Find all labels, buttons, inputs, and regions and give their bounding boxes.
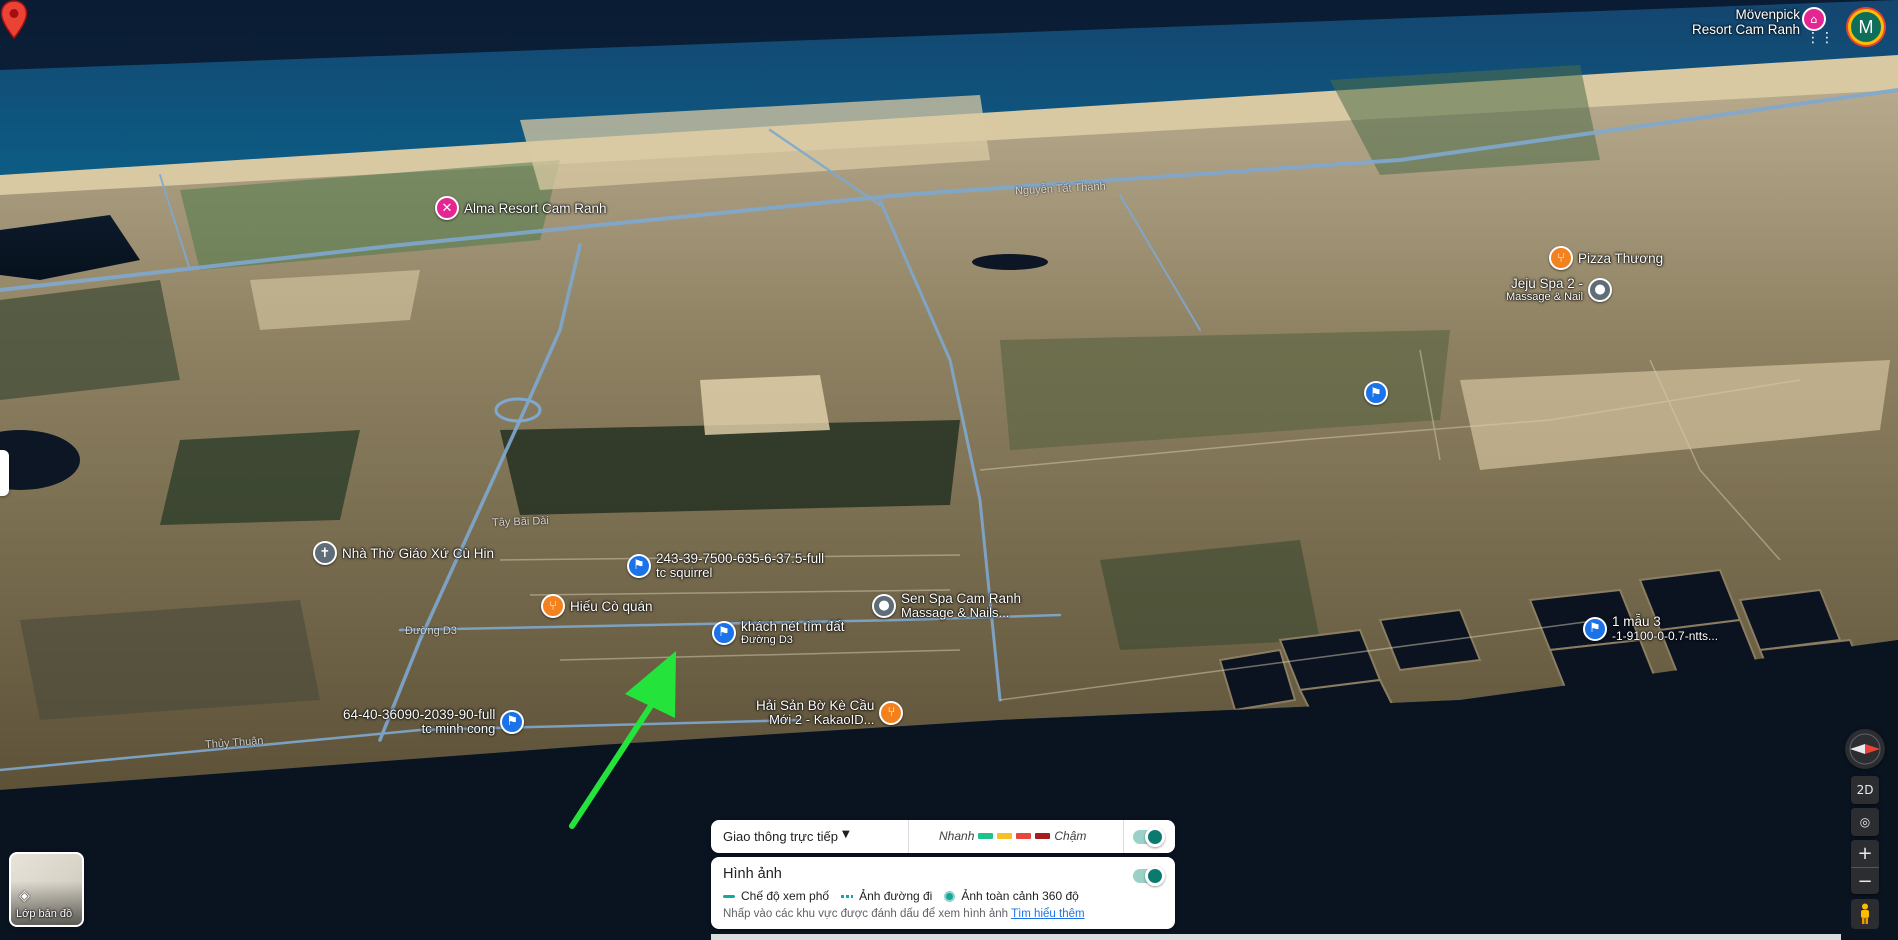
cross-icon: ✝ (313, 541, 337, 565)
compass-button[interactable] (1845, 729, 1885, 769)
attribution-bar (711, 934, 1841, 940)
traffic-panel: Giao thông trực tiếp ▼ Nhanh Chậm (711, 820, 1175, 853)
satellite-imagery (0, 0, 1898, 940)
traffic-toggle[interactable] (1133, 827, 1165, 847)
street-view-line-icon (723, 894, 735, 898)
layers-button[interactable]: ◈ Lớp bản đồ (9, 852, 84, 927)
flag-icon: ⚑ (712, 620, 736, 645)
poi-jeju-spa[interactable]: Jeju Spa 2 - Massage & Nail ● (1506, 276, 1613, 303)
apps-grid-icon[interactable]: ⋮⋮ (1806, 30, 1834, 46)
traffic-dropdown[interactable]: Giao thông trực tiếp (723, 829, 838, 844)
poi-label: 243-39-7500-635-6-37.5-full tc squirrel (656, 551, 825, 580)
traffic-legend: Nhanh Chậm (939, 829, 1087, 843)
poi-squirrel[interactable]: ⚑ 243-39-7500-635-6-37.5-full tc squirrel (627, 551, 824, 580)
imagery-legend: Chế độ xem phố Ảnh đường đi Ảnh toàn cản… (723, 889, 1079, 903)
crosshair-icon: ◎ (1859, 815, 1871, 829)
imagery-toggle[interactable] (1133, 866, 1165, 886)
poi-label: 1 mẫu 3 -1-9100-0-0.7-ntts... (1612, 614, 1719, 643)
fork-knife-icon: ⑂ (541, 594, 565, 618)
poi-flag-unnamed[interactable]: ⚑ (1364, 381, 1388, 405)
poi-minh-cong[interactable]: 64-40-36090-2039-90-full tc minh cong ⚑ (343, 707, 525, 736)
poi-label: Nhà Thờ Giáo Xứ Cù Hin (342, 545, 494, 561)
poi-alma-resort[interactable]: ✕ Alma Resort Cam Ranh (435, 196, 607, 220)
poi-hai-san[interactable]: Hải Sản Bờ Kè Cầu Mới 2 - KakaoID... ⑂ (756, 698, 904, 727)
poi-label: Jeju Spa 2 - Massage & Nail (1506, 276, 1584, 303)
flag-icon: ⚑ (500, 709, 525, 734)
view-mode-toggle[interactable]: 2D (1851, 776, 1879, 804)
zoom-in-button[interactable]: + (1851, 840, 1879, 867)
poi-label: Sen Spa Cam Ranh Massage & Nails... (901, 591, 1022, 620)
route-photo-line-icon (841, 894, 854, 898)
account-avatar[interactable]: M (1848, 9, 1884, 45)
collapse-side-panel-handle[interactable] (0, 450, 9, 496)
imagery-note: Nhấp vào các khu vực được đánh dấu để xe… (723, 908, 1085, 920)
poi-label: Alma Resort Cam Ranh (464, 200, 607, 216)
satellite-map[interactable]: Nguyễn Tất Thành Đường D3 Thủy Thuận Tây… (0, 0, 1898, 940)
road-label-tay-bai-dai: Tây Bãi Dài (491, 515, 550, 529)
learn-more-link[interactable]: Tìm hiểu thêm (1011, 908, 1085, 920)
fork-knife-icon: ⑂ (879, 700, 904, 725)
my-location-button[interactable]: ◎ (1851, 808, 1879, 836)
poi-hieu-co-quan[interactable]: ⑂ Hiếu Cò quán (541, 594, 653, 618)
poi-label: 64-40-36090-2039-90-full tc minh cong (343, 707, 496, 736)
zoom-out-button[interactable]: − (1851, 867, 1879, 894)
panorama-dot-icon (944, 890, 956, 902)
layers-icon: ◈ (19, 888, 30, 904)
imagery-panel: Hình ảnh Chế độ xem phố Ảnh đường đi Ảnh… (711, 857, 1175, 929)
spa-icon: ● (1588, 277, 1613, 302)
spa-icon: ● (872, 593, 896, 618)
cocktail-icon: ✕ (435, 196, 459, 220)
location-pin-icon[interactable] (0, 0, 28, 40)
hotel-icon[interactable]: ⌂ (1802, 7, 1826, 31)
layers-label: Lớp bản đồ (16, 908, 73, 920)
pegman-icon (1861, 903, 1869, 924)
poi-label: Pizza Thương (1578, 250, 1664, 266)
poi-label: Hải Sản Bờ Kè Cầu Mới 2 - KakaoID... (756, 698, 875, 727)
poi-khach-net[interactable]: ⚑ khách nét tìm đất Đường D3 (712, 619, 845, 646)
flag-icon: ⚑ (627, 553, 651, 578)
poi-label: khách nét tìm đất Đường D3 (741, 619, 845, 646)
traffic-swatch (1035, 833, 1051, 839)
flag-icon: ⚑ (1364, 381, 1388, 405)
flag-icon: ⚑ (1583, 616, 1607, 641)
poi-1-mau-3[interactable]: ⚑ 1 mẫu 3 -1-9100-0-0.7-ntts... (1583, 614, 1718, 643)
traffic-swatch (1016, 833, 1032, 839)
compass-icon (1849, 733, 1881, 765)
poi-church[interactable]: ✝ Nhà Thờ Giáo Xứ Cù Hin (313, 541, 494, 565)
poi-label: Hiếu Cò quán (570, 598, 653, 614)
zoom-controls: + − (1851, 840, 1879, 894)
road-label-duong-d3: Đường D3 (405, 625, 457, 637)
caret-down-icon[interactable]: ▼ (842, 829, 850, 840)
poi-sen-spa[interactable]: ● Sen Spa Cam Ranh Massage & Nails... (872, 591, 1021, 620)
fork-knife-icon: ⑂ (1549, 246, 1573, 270)
poi-movenpick-label[interactable]: Mövenpick Resort Cam Ranh (1692, 7, 1800, 37)
imagery-title: Hình ảnh (723, 866, 782, 882)
poi-pizza-thuong[interactable]: ⑂ Pizza Thương (1549, 246, 1663, 270)
traffic-swatch (978, 833, 994, 839)
traffic-swatch (997, 833, 1013, 839)
street-view-pegman[interactable] (1851, 899, 1879, 929)
